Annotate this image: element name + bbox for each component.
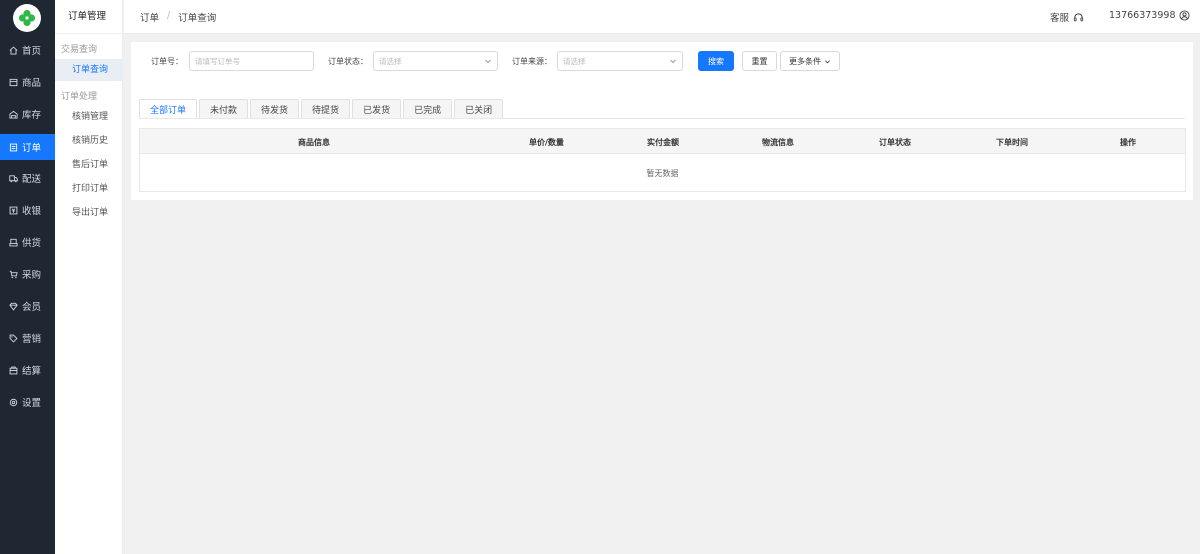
nav-item-label: 采购 (22, 270, 42, 281)
column-logistics: 物流信息 (762, 138, 794, 147)
truck-icon (0, 174, 22, 183)
search-button[interactable]: 搜索 (698, 51, 734, 71)
column-order-time: 下单时间 (996, 138, 1028, 147)
submenu-title: 订单管理 (55, 0, 123, 34)
nav-item-label: 供货 (22, 238, 42, 249)
user-account[interactable]: 13766373998 (1109, 10, 1190, 21)
chevron-down-icon (670, 59, 676, 64)
nav-item-home[interactable]: 首页 (0, 37, 55, 63)
breadcrumb: 订单 / 订单查询 (140, 10, 216, 24)
clover-logo-icon (18, 9, 36, 27)
tag-icon (0, 334, 22, 343)
nav-item-supply[interactable]: 供货 (0, 229, 55, 255)
order-source-label: 订单来源： (512, 57, 552, 66)
tab-to-ship[interactable]: 待发货 (250, 99, 300, 118)
user-phone: 13766373998 (1109, 10, 1176, 21)
member-icon (0, 302, 22, 311)
main-sidebar: 首页 商品 库存 订单 配送 收银 供货 采购 会员 营销 结算 设置 (0, 0, 55, 554)
more-conditions-label: 更多条件 (789, 56, 821, 66)
user-avatar-icon (1178, 10, 1190, 21)
tab-to-pickup[interactable]: 待提货 (301, 99, 351, 118)
submenu-item-print[interactable]: 打印订单 (55, 178, 123, 200)
column-paid-amount: 实付金额 (647, 138, 679, 147)
order-status-select[interactable]: 请选择 (373, 51, 498, 71)
order-icon (0, 143, 22, 152)
tabs-divider (139, 118, 1185, 119)
nav-item-label: 首页 (22, 46, 42, 57)
submenu-group-process: 订单处理 (61, 92, 98, 102)
column-order-status: 订单状态 (879, 138, 911, 147)
chevron-down-icon (485, 59, 491, 64)
warehouse-icon (0, 110, 22, 119)
nav-item-delivery[interactable]: 配送 (0, 165, 55, 191)
table-header: 商品信息 单价/数量 实付金额 物流信息 订单状态 下单时间 操作 (140, 129, 1185, 154)
nav-item-label: 配送 (22, 174, 42, 185)
submenu-item-after-sale[interactable]: 售后订单 (55, 154, 123, 176)
logo[interactable] (13, 4, 41, 32)
order-no-input[interactable]: 请填写订单号 (189, 51, 314, 71)
nav-item-label: 订单 (22, 143, 42, 154)
nav-item-settlement[interactable]: 结算 (0, 357, 55, 383)
customer-service-label: 客服 (1050, 13, 1070, 24)
reset-button[interactable]: 重置 (742, 51, 777, 71)
submenu-item-verify-manage[interactable]: 核销管理 (55, 106, 123, 128)
nav-item-purchase[interactable]: 采购 (0, 261, 55, 287)
breadcrumb-order[interactable]: 订单 (140, 10, 159, 24)
order-table: 商品信息 单价/数量 实付金额 物流信息 订单状态 下单时间 操作 暂无数据 (139, 128, 1186, 192)
nav-item-label: 营销 (22, 334, 42, 345)
submenu-group-trade: 交易查询 (61, 45, 98, 55)
breadcrumb-order-query: 订单查询 (178, 13, 217, 24)
order-status-placeholder: 请选择 (379, 56, 402, 66)
customer-service-button[interactable]: 客服 (1050, 10, 1084, 24)
home-icon (0, 45, 22, 55)
tab-unpaid[interactable]: 未付款 (199, 99, 249, 118)
nav-item-product[interactable]: 商品 (0, 69, 55, 95)
nav-item-settings[interactable]: 设置 (0, 389, 55, 415)
tab-completed[interactable]: 已完成 (403, 99, 453, 118)
order-source-select[interactable]: 请选择 (557, 51, 683, 71)
order-no-label: 订单号： (151, 57, 183, 66)
order-status-tabs: 全部订单 未付款 待发货 待提货 已发货 已完成 已关闭 (139, 99, 504, 118)
breadcrumb-separator: / (167, 10, 171, 21)
tab-closed[interactable]: 已关闭 (454, 99, 504, 118)
product-icon (0, 78, 22, 87)
nav-item-marketing[interactable]: 营销 (0, 325, 55, 351)
tab-shipped[interactable]: 已发货 (352, 99, 402, 118)
nav-item-member[interactable]: 会员 (0, 293, 55, 319)
nav-item-label: 设置 (22, 398, 42, 409)
order-status-label: 订单状态： (328, 57, 368, 66)
submenu-item-verify-history[interactable]: 核销历史 (55, 130, 123, 152)
order-source-placeholder: 请选择 (563, 56, 586, 66)
order-submenu: 订单管理 交易查询 订单查询 订单处理 核销管理 核销历史 售后订单 打印订单 … (55, 0, 123, 554)
nav-item-label: 结算 (22, 366, 42, 377)
order-no-placeholder: 请填写订单号 (195, 56, 240, 66)
gear-icon (0, 398, 22, 407)
chevron-down-icon (825, 59, 830, 63)
headset-icon (1073, 12, 1084, 21)
cashier-icon (0, 206, 22, 215)
nav-item-order[interactable]: 订单 (0, 134, 55, 160)
nav-item-inventory[interactable]: 库存 (0, 101, 55, 127)
supply-icon (0, 238, 22, 247)
cart-icon (0, 270, 22, 279)
nav-item-cashier[interactable]: 收银 (0, 197, 55, 223)
tab-all-orders[interactable]: 全部订单 (139, 99, 198, 118)
empty-state: 暂无数据 (646, 169, 679, 178)
nav-item-label: 会员 (22, 302, 42, 313)
column-product-info: 商品信息 (298, 138, 330, 147)
nav-item-label: 收银 (22, 206, 42, 217)
top-header: 订单 / 订单查询 客服 13766373998 (124, 0, 1200, 34)
settlement-icon (0, 366, 22, 375)
nav-item-label: 库存 (22, 110, 42, 121)
submenu-item-order-query[interactable]: 订单查询 (55, 59, 123, 81)
nav-item-label: 商品 (22, 78, 42, 89)
column-actions: 操作 (1120, 138, 1136, 147)
order-query-panel: 订单号： 请填写订单号 订单状态： 请选择 订单来源： 请选择 搜索 重置 更多… (131, 42, 1193, 200)
more-conditions-button[interactable]: 更多条件 (780, 51, 840, 71)
column-price-quantity: 单价/数量 (529, 138, 564, 147)
submenu-item-export[interactable]: 导出订单 (55, 202, 123, 224)
